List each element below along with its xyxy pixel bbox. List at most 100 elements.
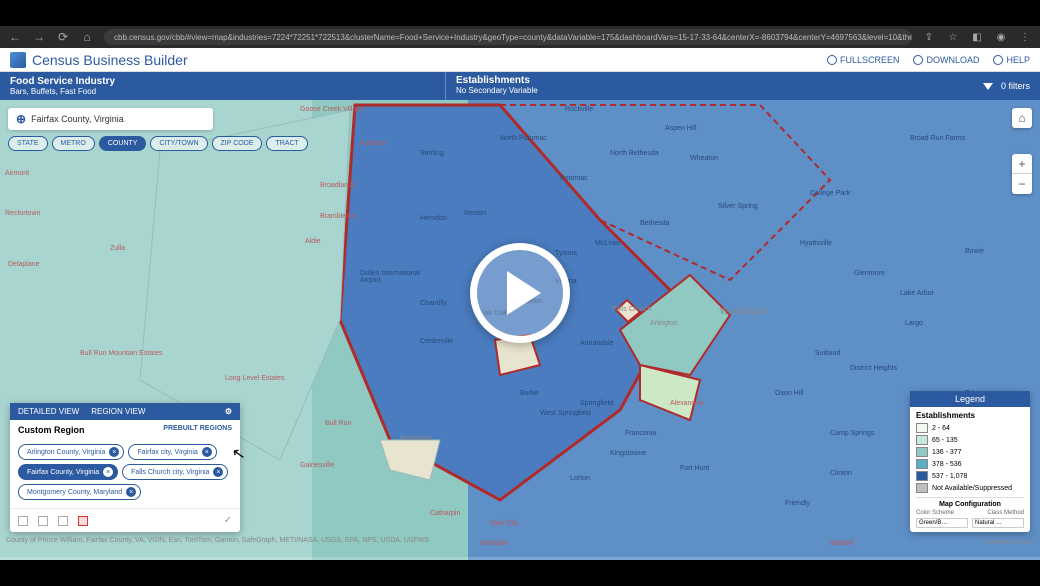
map-label: Aspen Hill <box>665 125 697 132</box>
geo-pill-tract[interactable]: TRACT <box>266 136 307 151</box>
map-label: Herndon <box>420 215 447 222</box>
add-location-icon: ⊕ <box>16 112 26 126</box>
filter-count[interactable]: 0 filters <box>1001 81 1030 91</box>
map-label: Goose Creek Village <box>300 106 364 113</box>
map-attribution: County of Prince William, Fairfax County… <box>0 535 435 546</box>
map-label: Friendly <box>785 500 810 507</box>
chip-remove-icon[interactable]: × <box>103 467 113 477</box>
map-label: Kingstowne <box>610 450 646 457</box>
browser-toolbar: ← → ⟳ ⌂ cbb.census.gov/cbb/#view=map&ind… <box>0 26 1040 48</box>
map-label: Camp Springs <box>830 430 874 437</box>
forward-button[interactable]: → <box>32 30 46 44</box>
map-label: Lake Arbor <box>900 290 934 297</box>
chip-remove-icon[interactable]: × <box>202 447 212 457</box>
legend-row: 378 - 536 <box>916 459 1024 469</box>
map-label: Centreville <box>420 338 453 345</box>
geo-pill-metro[interactable]: METRO <box>52 136 95 151</box>
class-method-select[interactable]: Natural … <box>972 518 1024 528</box>
zoom-out-button[interactable]: − <box>1012 174 1032 194</box>
play-icon <box>507 271 541 315</box>
region-panel: DETAILED VIEW REGION VIEW ⚙ Custom Regio… <box>10 403 240 532</box>
map-label: District Heights <box>850 365 897 372</box>
map-label: College Park <box>810 190 850 197</box>
map-label: Long Level Estates <box>225 375 285 382</box>
fullscreen-button[interactable]: FULLSCREEN <box>827 55 900 65</box>
tool-copy-icon[interactable] <box>58 516 68 526</box>
chip-remove-icon[interactable]: × <box>126 487 136 497</box>
app-title: Census Business Builder <box>32 52 188 68</box>
map-label: McLean <box>595 240 620 247</box>
tool-delete-icon[interactable] <box>78 516 88 526</box>
map-label: Zulla <box>110 245 125 252</box>
chip-remove-icon[interactable]: × <box>213 467 223 477</box>
help-button[interactable]: HELP <box>993 55 1030 65</box>
legend-row: 537 - 1,078 <box>916 471 1024 481</box>
profile-icon[interactable]: ◉ <box>994 30 1008 44</box>
legend-title: Legend <box>910 391 1030 407</box>
panel-heading: Custom Region <box>18 425 85 435</box>
address-bar[interactable]: cbb.census.gov/cbb/#view=map&industries=… <box>104 29 912 45</box>
legend-row: 65 - 135 <box>916 435 1024 445</box>
map-label: Broad Run Farms <box>910 135 965 142</box>
tool-undo-icon[interactable] <box>38 516 48 526</box>
map-label: Arlington <box>650 320 678 327</box>
panel-settings-icon[interactable]: ⚙ <box>225 407 232 416</box>
region-view-tab[interactable]: REGION VIEW <box>91 407 145 416</box>
home-button[interactable]: ⌂ <box>80 30 94 44</box>
map-label: Wheaton <box>690 155 718 162</box>
color-scheme-select[interactable]: Green/B… <box>916 518 968 528</box>
map-label: Annandale <box>580 340 613 347</box>
region-chip[interactable]: Montgomery County, Maryland× <box>18 484 141 500</box>
menu-icon[interactable]: ⋮ <box>1018 30 1032 44</box>
region-chip[interactable]: Fairfax city, Virginia× <box>128 444 216 460</box>
region-chip[interactable]: Falls Church city, Virginia× <box>122 464 228 480</box>
prebuilt-regions-link[interactable]: PREBUILT REGIONS <box>163 425 232 435</box>
geo-level-selector: STATE METRO COUNTYCITY/TOWN ZIP CODETRACT <box>8 136 308 151</box>
logo-icon <box>10 52 26 68</box>
geo-pill-zip code[interactable]: ZIP CODE <box>212 136 263 151</box>
filter-icon[interactable] <box>983 83 993 90</box>
chip-remove-icon[interactable]: × <box>109 447 119 457</box>
home-extent-button[interactable]: ⌂ <box>1012 108 1032 128</box>
map-label: Ashburn <box>360 140 386 147</box>
map-label: Potomac <box>560 175 588 182</box>
geo-pill-city/town[interactable]: CITY/TOWN <box>150 136 207 151</box>
map-label: Hyattsville <box>800 240 832 247</box>
video-play-button[interactable] <box>470 243 570 343</box>
map-label: Dulles International Airport <box>360 270 430 284</box>
region-chip[interactable]: Arlington County, Virginia× <box>18 444 124 460</box>
map-label: Springfield <box>580 400 613 407</box>
map-label: Chantilly <box>420 300 447 307</box>
legend-variable: Establishments <box>916 411 1024 420</box>
detailed-view-tab[interactable]: DETAILED VIEW <box>18 407 79 416</box>
map-label: Lorton <box>570 475 590 482</box>
industry-selector[interactable]: Food Service Industry Bars, Buffets, Fas… <box>0 72 445 100</box>
star-icon[interactable]: ☆ <box>946 30 960 44</box>
tool-confirm-icon[interactable]: ✓ <box>224 515 232 526</box>
geo-pill-county[interactable]: COUNTY <box>99 136 147 151</box>
share-icon[interactable]: ⇪ <box>922 30 936 44</box>
map-label: Tysons <box>555 250 577 257</box>
download-icon <box>913 55 923 65</box>
map-label: Waldorf <box>830 540 854 547</box>
variable-selector[interactable]: Establishments No Secondary Variable <box>445 72 973 100</box>
legend-row: Not Available/Suppressed <box>916 483 1024 493</box>
back-button[interactable]: ← <box>8 30 22 44</box>
geo-pill-state[interactable]: STATE <box>8 136 48 151</box>
extensions-icon[interactable]: ◧ <box>970 30 984 44</box>
zoom-in-button[interactable]: + <box>1012 154 1032 174</box>
panel-toolbar: ✓ <box>10 508 240 532</box>
map-label: Broadlands <box>320 182 355 189</box>
app-header: Census Business Builder FULLSCREEN DOWNL… <box>0 48 1040 72</box>
map-label: Washington <box>720 306 767 316</box>
legend-row: 2 - 64 <box>916 423 1024 433</box>
map-label: Bethesda <box>640 220 670 227</box>
location-search[interactable]: ⊕ Fairfax County, Virginia <box>8 108 213 130</box>
map-config-title: Map Configuration <box>916 501 1024 508</box>
region-chip[interactable]: Fairfax County, Virginia× <box>18 464 118 480</box>
map-label: Airmont <box>5 170 29 177</box>
download-button[interactable]: DOWNLOAD <box>913 55 979 65</box>
map-label: Manassas <box>400 435 432 442</box>
reload-button[interactable]: ⟳ <box>56 30 70 44</box>
tool-bookmark-icon[interactable] <box>18 516 28 526</box>
